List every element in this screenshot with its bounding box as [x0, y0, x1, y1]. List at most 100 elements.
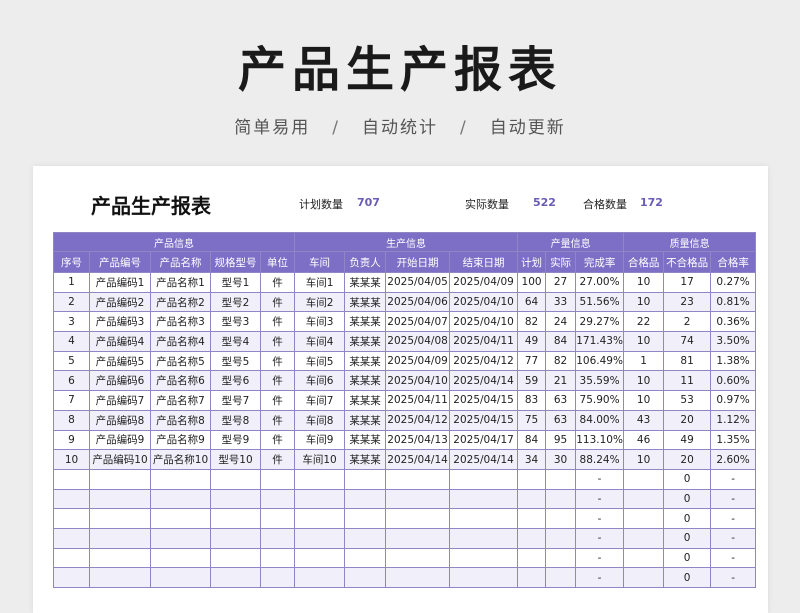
table-cell[interactable]: 产品名称9	[150, 429, 211, 451]
table-cell[interactable]: 件	[259, 311, 296, 333]
column-header[interactable]: 序号	[53, 251, 90, 273]
table-cell[interactable]: 84	[545, 331, 577, 352]
table-cell[interactable]: 车间5	[294, 350, 346, 372]
table-cell[interactable]: 34	[517, 449, 547, 470]
column-header[interactable]: 规格型号	[210, 251, 261, 273]
table-cell[interactable]: 2025/04/14	[449, 449, 519, 470]
table-cell[interactable]: 74	[663, 331, 712, 352]
column-header[interactable]: 开始日期	[385, 251, 451, 273]
table-cell[interactable]	[344, 527, 387, 549]
table-cell[interactable]: 1	[623, 350, 665, 372]
table-cell[interactable]: 产品名称5	[150, 350, 211, 372]
table-cell[interactable]: 产品编码3	[89, 311, 151, 333]
table-cell[interactable]	[517, 488, 547, 510]
table-cell[interactable]: 10	[623, 390, 665, 411]
table-cell[interactable]: 2025/04/12	[449, 350, 519, 372]
table-cell[interactable]	[385, 468, 451, 490]
table-cell[interactable]: 24	[545, 311, 577, 333]
table-cell[interactable]: 2025/04/09	[449, 272, 519, 293]
table-cell[interactable]: 0	[663, 488, 712, 510]
table-cell[interactable]	[259, 508, 296, 529]
table-cell[interactable]	[89, 567, 151, 588]
table-cell[interactable]	[150, 488, 211, 510]
table-cell[interactable]: 27	[545, 272, 577, 293]
table-cell[interactable]: -	[710, 488, 757, 510]
table-cell[interactable]: 106.49%	[575, 350, 625, 372]
column-header[interactable]: 产品名称	[150, 251, 211, 273]
table-cell[interactable]: 0	[663, 508, 712, 529]
table-cell[interactable]: 型号1	[210, 272, 261, 293]
table-cell[interactable]: 型号7	[210, 390, 261, 411]
table-cell[interactable]	[385, 547, 451, 569]
column-header[interactable]: 产品编号	[89, 251, 151, 273]
table-cell[interactable]: 件	[259, 370, 296, 392]
table-cell[interactable]	[344, 508, 387, 529]
table-cell[interactable]: 型号5	[210, 350, 261, 372]
table-cell[interactable]: 49	[517, 331, 547, 352]
column-header[interactable]: 车间	[294, 251, 346, 273]
table-cell[interactable]: -	[710, 567, 757, 588]
table-cell[interactable]: 10	[623, 370, 665, 392]
table-cell[interactable]	[259, 527, 296, 549]
table-cell[interactable]	[449, 468, 519, 490]
table-cell[interactable]	[294, 527, 346, 549]
table-cell[interactable]: 型号3	[210, 311, 261, 333]
table-cell[interactable]: 产品编码6	[89, 370, 151, 392]
table-cell[interactable]: 2025/04/17	[449, 429, 519, 451]
table-cell[interactable]: 100	[517, 272, 547, 293]
table-cell[interactable]	[89, 547, 151, 569]
table-cell[interactable]: 2025/04/15	[449, 409, 519, 431]
table-cell[interactable]: -	[710, 547, 757, 569]
table-cell[interactable]: 22	[623, 311, 665, 333]
column-header[interactable]: 合格品	[623, 251, 665, 273]
table-cell[interactable]: 84.00%	[575, 409, 625, 431]
table-cell[interactable]: 113.10%	[575, 429, 625, 451]
table-cell[interactable]: 型号4	[210, 331, 261, 352]
column-header[interactable]: 完成率	[575, 251, 625, 273]
table-cell[interactable]	[210, 567, 261, 588]
table-cell[interactable]: 产品编码1	[89, 272, 151, 293]
table-cell[interactable]: 产品名称6	[150, 370, 211, 392]
table-cell[interactable]	[294, 488, 346, 510]
table-cell[interactable]: 产品编码2	[89, 291, 151, 313]
table-cell[interactable]: 0.97%	[710, 390, 757, 411]
table-cell[interactable]: 件	[259, 272, 296, 293]
table-cell[interactable]	[449, 488, 519, 510]
table-cell[interactable]: 件	[259, 350, 296, 372]
table-cell[interactable]: 车间7	[294, 390, 346, 411]
table-cell[interactable]: 2025/04/05	[385, 272, 451, 293]
table-cell[interactable]: 46	[623, 429, 665, 451]
table-cell[interactable]: 某某某	[344, 291, 387, 313]
table-cell[interactable]: 2025/04/09	[385, 350, 451, 372]
table-cell[interactable]	[545, 567, 577, 588]
table-cell[interactable]: 1.35%	[710, 429, 757, 451]
table-cell[interactable]: 0	[663, 567, 712, 588]
table-cell[interactable]: 件	[259, 291, 296, 313]
table-cell[interactable]: 77	[517, 350, 547, 372]
table-cell[interactable]	[294, 468, 346, 490]
table-cell[interactable]	[517, 508, 547, 529]
table-cell[interactable]	[53, 547, 90, 569]
table-cell[interactable]	[545, 508, 577, 529]
table-cell[interactable]: 车间10	[294, 449, 346, 470]
table-cell[interactable]: 型号2	[210, 291, 261, 313]
table-cell[interactable]: 81	[663, 350, 712, 372]
table-cell[interactable]	[294, 547, 346, 569]
table-cell[interactable]: -	[575, 547, 625, 569]
table-cell[interactable]: 2025/04/11	[385, 390, 451, 411]
table-cell[interactable]: 2025/04/14	[449, 370, 519, 392]
table-cell[interactable]: 10	[623, 449, 665, 470]
table-cell[interactable]	[53, 567, 90, 588]
table-cell[interactable]: 63	[545, 390, 577, 411]
table-cell[interactable]: 35.59%	[575, 370, 625, 392]
table-cell[interactable]	[385, 488, 451, 510]
table-cell[interactable]	[545, 547, 577, 569]
table-cell[interactable]: 64	[517, 291, 547, 313]
table-cell[interactable]	[385, 567, 451, 588]
table-cell[interactable]: 某某某	[344, 409, 387, 431]
table-cell[interactable]: 产品名称8	[150, 409, 211, 431]
table-cell[interactable]: 某某某	[344, 370, 387, 392]
table-cell[interactable]	[385, 508, 451, 529]
table-cell[interactable]	[89, 527, 151, 549]
table-cell[interactable]: 2	[663, 311, 712, 333]
